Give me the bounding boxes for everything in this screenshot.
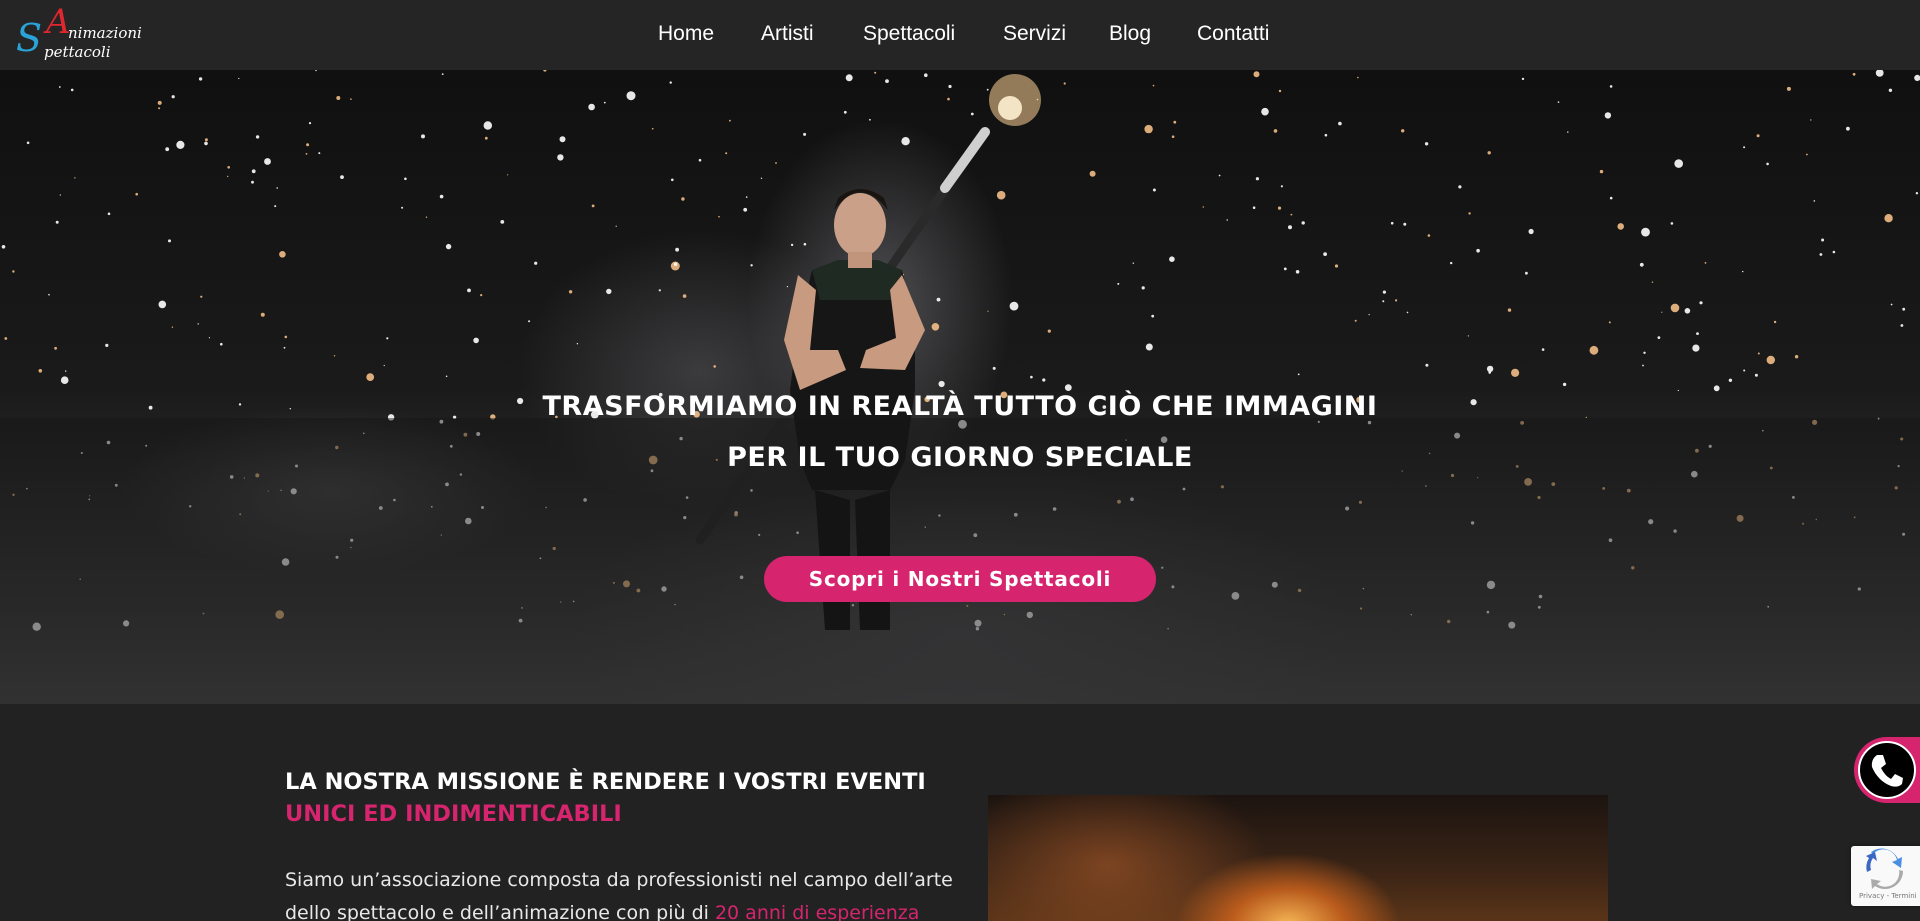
nav-item-servizi[interactable]: Servizi [1003, 22, 1066, 46]
recaptcha-terms[interactable]: Privacy - Termini [1859, 892, 1917, 900]
main-nav: Home Artisti Spettacoli Servizi Blog Con… [0, 0, 1920, 70]
nav-item-contatti[interactable]: Contatti [1197, 22, 1269, 46]
hero-title-line-2: PER IL TUO GIORNO SPECIALE [727, 442, 1193, 473]
site-header: S A nimazioni pettacoli Home Artisti Spe… [0, 0, 1920, 70]
nav-item-artisti[interactable]: Artisti [761, 22, 814, 46]
mission-title-accent: UNICI ED INDIMENTICABILI [285, 801, 622, 827]
nav-item-home[interactable]: Home [658, 22, 714, 46]
hero-section: TRASFORMIAMO IN REALTÀ TUTTO CIÒ CHE IMM… [0, 70, 1920, 704]
recaptcha-icon [1866, 848, 1903, 890]
nav-item-blog[interactable]: Blog [1109, 22, 1151, 46]
nav-item-spettacoli[interactable]: Spettacoli [863, 22, 955, 46]
mission-photo [988, 795, 1608, 921]
mission-title: LA NOSTRA MISSIONE È RENDERE I VOSTRI EV… [285, 766, 975, 830]
discover-shows-button[interactable]: Scopri i Nostri Spettacoli [764, 556, 1156, 602]
mission-title-main: LA NOSTRA MISSIONE È RENDERE I VOSTRI EV… [285, 769, 926, 795]
phone-icon [1858, 741, 1916, 799]
mission-text-accent: 20 anni di esperienza [714, 902, 920, 921]
recaptcha-badge[interactable]: Privacy - Termini [1851, 846, 1920, 906]
hero-title-line-1: TRASFORMIAMO IN REALTÀ TUTTO CIÒ CHE IMM… [542, 391, 1378, 422]
mission-text: Siamo un’associazione composta da profes… [285, 864, 965, 921]
call-button[interactable] [1854, 737, 1920, 803]
